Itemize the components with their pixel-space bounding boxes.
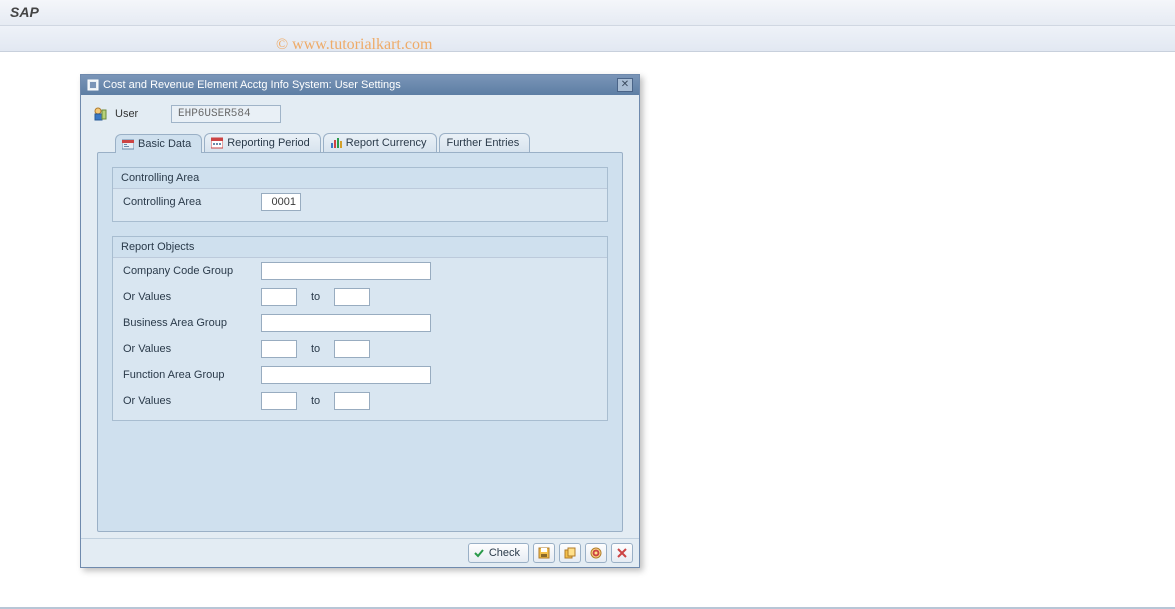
row-company-code-values: Or Values to: [113, 284, 607, 310]
check-button[interactable]: Check: [468, 543, 529, 563]
variant-button[interactable]: [559, 543, 581, 563]
function-area-from-input[interactable]: [261, 392, 297, 410]
dialog-body: User EHP6USER584 Basic Data R: [81, 95, 639, 538]
group-title: Report Objects: [113, 237, 607, 258]
to-label: to: [305, 343, 326, 355]
tab-basic-data[interactable]: Basic Data: [115, 134, 202, 153]
user-row: User EHP6USER584: [87, 101, 633, 133]
save-icon: [538, 547, 550, 559]
tab-label: Basic Data: [138, 138, 191, 150]
row-business-area-group: Business Area Group: [113, 310, 607, 336]
tab-further-entries[interactable]: Further Entries: [439, 133, 530, 152]
field-label: Controlling Area: [123, 196, 253, 208]
row-function-area-group: Function Area Group: [113, 362, 607, 388]
basic-data-icon: [122, 138, 134, 150]
reporting-period-icon: [211, 137, 223, 149]
tab-label: Further Entries: [446, 137, 519, 149]
field-label: Or Values: [123, 291, 253, 303]
group-title: Controlling Area: [113, 168, 607, 189]
app-title: SAP: [10, 4, 39, 20]
tab-panel-basic-data: Controlling Area Controlling Area Report…: [97, 152, 623, 532]
cancel-icon: [616, 547, 628, 559]
app-header: SAP: [0, 0, 1175, 26]
business-area-from-input[interactable]: [261, 340, 297, 358]
dialog-titlebar: Cost and Revenue Element Acctg Info Syst…: [81, 75, 639, 95]
dialog-icon: [87, 79, 99, 91]
company-code-to-input[interactable]: [334, 288, 370, 306]
field-label: Or Values: [123, 395, 253, 407]
report-currency-icon: [330, 137, 342, 149]
controlling-area-input[interactable]: [261, 193, 301, 211]
user-settings-dialog: Cost and Revenue Element Acctg Info Syst…: [80, 74, 640, 568]
field-label: Or Values: [123, 343, 253, 355]
row-function-area-values: Or Values to: [113, 388, 607, 414]
group-controlling-area: Controlling Area Controlling Area: [112, 167, 608, 222]
dialog-footer: Check: [81, 538, 639, 567]
row-company-code-group: Company Code Group: [113, 258, 607, 284]
content-area: Cost and Revenue Element Acctg Info Syst…: [0, 52, 1175, 568]
save-button[interactable]: [533, 543, 555, 563]
variant-icon: [564, 547, 576, 559]
user-icon: [93, 107, 107, 121]
info-icon: [590, 547, 602, 559]
business-area-to-input[interactable]: [334, 340, 370, 358]
dialog-close-button[interactable]: ✕: [617, 78, 633, 92]
business-area-group-input[interactable]: [261, 314, 431, 332]
field-label: Company Code Group: [123, 265, 253, 277]
to-label: to: [305, 291, 326, 303]
user-value: EHP6USER584: [171, 105, 281, 123]
to-label: to: [305, 395, 326, 407]
row-business-area-values: Or Values to: [113, 336, 607, 362]
field-label: Business Area Group: [123, 317, 253, 329]
tab-reporting-period[interactable]: Reporting Period: [204, 133, 321, 152]
group-report-objects: Report Objects Company Code Group Or Val…: [112, 236, 608, 421]
check-icon: [473, 547, 485, 559]
function-area-to-input[interactable]: [334, 392, 370, 410]
check-label: Check: [489, 547, 520, 559]
company-code-from-input[interactable]: [261, 288, 297, 306]
row-controlling-area: Controlling Area: [113, 189, 607, 215]
info-button[interactable]: [585, 543, 607, 563]
tab-label: Report Currency: [346, 137, 427, 149]
cancel-button[interactable]: [611, 543, 633, 563]
app-toolbar: [0, 26, 1175, 52]
function-area-group-input[interactable]: [261, 366, 431, 384]
tab-label: Reporting Period: [227, 137, 310, 149]
field-label: Function Area Group: [123, 369, 253, 381]
user-label: User: [115, 108, 163, 120]
dialog-title: Cost and Revenue Element Acctg Info Syst…: [103, 79, 401, 91]
tab-report-currency[interactable]: Report Currency: [323, 133, 438, 152]
tabstrip: Basic Data Reporting Period Report Curre…: [115, 133, 623, 152]
company-code-group-input[interactable]: [261, 262, 431, 280]
